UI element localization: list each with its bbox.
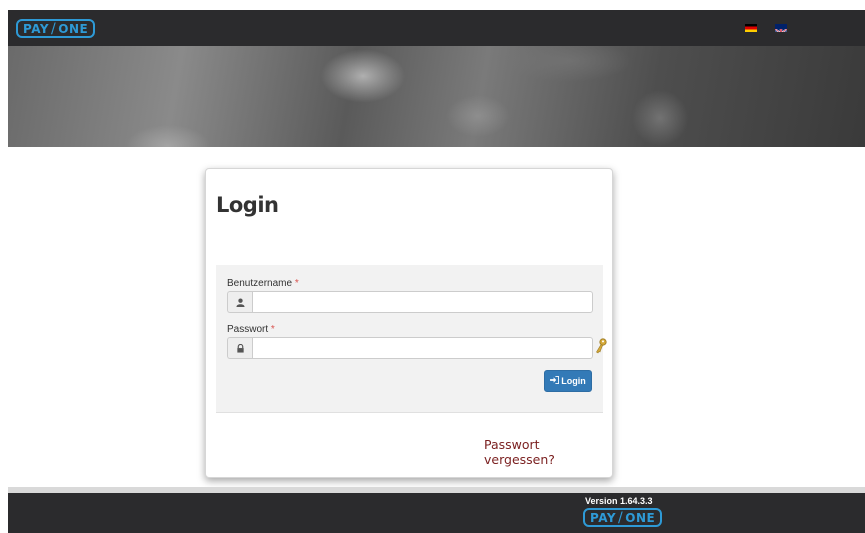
- username-required-marker: *: [294, 278, 299, 289]
- username-input[interactable]: [252, 291, 593, 313]
- flag-gb-icon[interactable]: [775, 24, 787, 32]
- version-text: Version 1.64.3.3: [585, 496, 653, 506]
- password-label-text: Passwort: [227, 324, 269, 335]
- username-label-text: Benutzername: [227, 278, 293, 289]
- footer-logo-slash: /: [618, 509, 624, 526]
- footer-payone-logo: PAY / ONE: [583, 508, 663, 527]
- forgot-password-link[interactable]: Passwort vergessen?: [484, 437, 612, 467]
- password-manager-key-icon[interactable]: [595, 338, 607, 357]
- login-button-label: Login: [561, 376, 586, 386]
- key-icon-graphic: [596, 338, 607, 354]
- password-input[interactable]: [252, 337, 593, 359]
- username-input-group: [227, 291, 593, 313]
- flag-de-icon[interactable]: [745, 24, 757, 32]
- login-enter-icon: [550, 376, 560, 386]
- footer-bar: Version 1.64.3.3 PAY / ONE: [8, 493, 865, 533]
- user-icon: [227, 291, 252, 313]
- password-input-group: [227, 337, 593, 359]
- login-button[interactable]: Login: [544, 370, 592, 392]
- login-title: Login: [216, 193, 279, 217]
- top-bar: PAY / ONE: [8, 10, 865, 46]
- lock-icon: [227, 337, 252, 359]
- password-required-marker: *: [270, 324, 275, 335]
- footer-logo-text-one: ONE: [625, 510, 656, 525]
- login-card: Login Benutzername * Passwort * Login Pa…: [205, 168, 613, 478]
- logo-text-pay: PAY: [23, 21, 50, 36]
- footer-logo-text-pay: PAY: [590, 510, 617, 525]
- password-label: Passwort *: [227, 324, 275, 335]
- header-banner-image: [8, 46, 865, 147]
- username-label: Benutzername *: [227, 278, 299, 289]
- user-icon-graphic: [235, 298, 245, 307]
- flag-gb-graphic: [775, 28, 787, 32]
- login-form: Benutzername * Passwort * Login: [216, 265, 607, 413]
- payone-logo[interactable]: PAY / ONE: [16, 19, 96, 38]
- logo-text-one: ONE: [58, 21, 89, 36]
- logo-slash: /: [51, 20, 57, 37]
- login-enter-icon-graphic: [550, 376, 560, 384]
- lock-icon-graphic: [236, 343, 244, 353]
